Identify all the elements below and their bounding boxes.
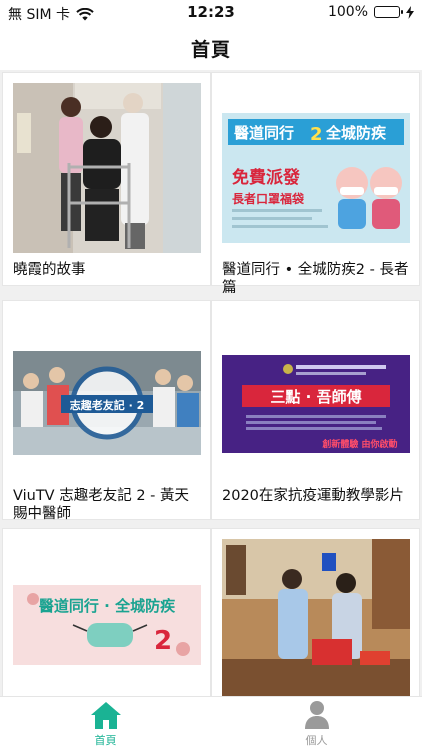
tab-bar: 首頁 個人 (0, 696, 422, 750)
video-title: 醫道同行 • 全城防疾2 - 長者篇 (222, 262, 409, 296)
video-card[interactable]: 醫道同行 · 全城防疾 2 (2, 528, 211, 696)
status-bar: 無 SIM 卡 12:23 100% (0, 0, 422, 26)
poster-mask-banner-icon: 醫道同行 · 全城防疾 2 (13, 539, 201, 696)
photo-crowd-logo-icon: 志趣老友記 · 2 (13, 311, 201, 481)
video-card[interactable]: 志趣老友記 · 2 ViuTV 志趣老友記 2 - 黃天賜中醫師 (2, 300, 211, 522)
poster-tagline: 創新體驗 由你啟動 (321, 438, 397, 450)
video-card[interactable]: 三點 · 吾師傅 創新體驗 由你啟動 2020在家抗疫運動教學影片 (211, 300, 420, 520)
poster-headline: 醫道同行 (234, 124, 294, 142)
person-icon (304, 701, 329, 729)
poster-elderly-masks-icon: 醫道同行 2 全城防疾 免費派發 長者口罩福袋 (222, 83, 410, 253)
video-card[interactable]: 醫道同行 2 全城防疾 免費派發 長者口罩福袋 醫道同行 • 全城防疾2 - 長… (211, 72, 420, 296)
poster-three-oclock-icon: 三點 · 吾師傅 創新體驗 由你啟動 (222, 311, 410, 481)
video-title: 2020在家抗疫運動教學影片 (222, 488, 404, 504)
battery-percent: 100% (327, 4, 368, 20)
nav-bar: 首頁 (0, 26, 422, 70)
video-title: 曉霞的故事 (13, 262, 86, 278)
video-title: ViuTV 志趣老友記 2 - 黃天賜中醫師 (13, 488, 189, 522)
video-card[interactable]: 曉霞的故事 (2, 72, 211, 286)
video-card[interactable] (211, 528, 420, 696)
poster-headline: 醫道同行 · 全城防疾 (39, 597, 176, 615)
poster-headline-num: 2 (310, 124, 323, 145)
poster-promo-sub: 長者口罩福袋 (232, 191, 305, 206)
page-title: 首頁 (190, 38, 231, 61)
battery-icon (374, 6, 403, 18)
photo-clinic-volunteers-icon (222, 539, 410, 696)
tab-profile-label: 個人 (305, 734, 328, 747)
bolt-icon (406, 5, 414, 19)
poster-headline: 三點 · 吾師傅 (270, 388, 361, 406)
tab-home-label: 首頁 (94, 734, 117, 747)
poster-promo: 免費派發 (232, 167, 300, 188)
tab-profile[interactable]: 個人 (211, 697, 422, 750)
poster-headline-num: 2 (154, 626, 172, 656)
tab-home[interactable]: 首頁 (0, 697, 211, 750)
poster-logo-text: 志趣老友記 · 2 (70, 398, 145, 412)
home-icon (90, 702, 121, 729)
status-right: 100% (328, 4, 414, 20)
poster-headline-tail: 全城防疾 (325, 124, 387, 142)
video-grid[interactable]: 曉霞的故事 醫道同行 2 全城防疾 免費派發 長者口罩福袋 醫道同行 • 全城防… (0, 70, 422, 696)
photo-walker-rehab-icon (13, 83, 201, 253)
